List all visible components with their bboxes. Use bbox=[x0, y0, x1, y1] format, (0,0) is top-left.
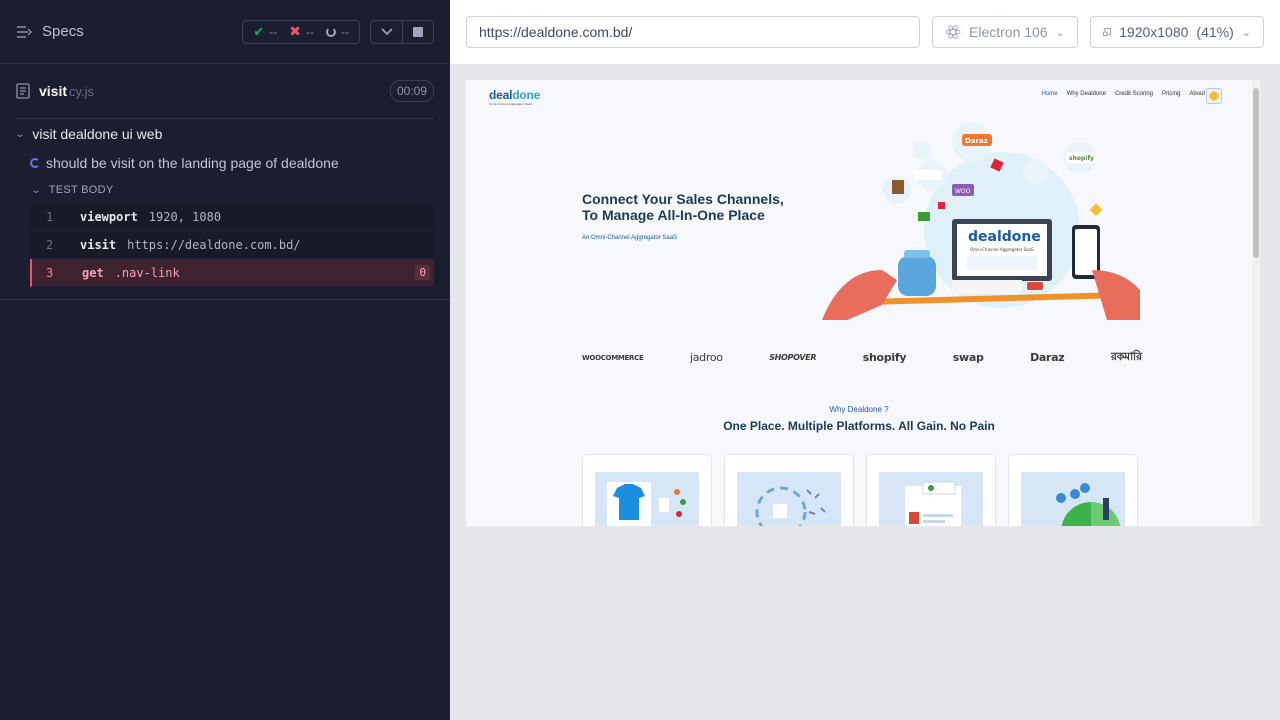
feature-cards bbox=[582, 454, 1138, 526]
feature-card bbox=[724, 454, 854, 526]
theme-toggle-button[interactable] bbox=[1206, 88, 1222, 104]
iframe-scrollbar[interactable] bbox=[1252, 80, 1260, 526]
browser-name: Electron 106 bbox=[969, 24, 1048, 40]
hero-subtitle: An Omni-Channel Aggregator SaaS bbox=[582, 235, 678, 241]
viewport-size: 1920x1080 bbox=[1119, 24, 1189, 40]
command-name: visit bbox=[80, 237, 117, 252]
test-title: should be visit on the landing page of d… bbox=[46, 155, 339, 171]
suite-row[interactable]: ⌄ visit dealdone ui web bbox=[0, 119, 450, 149]
feature-card bbox=[1008, 454, 1138, 526]
viewport-icon bbox=[1103, 28, 1111, 36]
laptop-screen-tagline: Omni-Channel Aggregator SaaS bbox=[970, 247, 1034, 252]
brand-rokomari: রকমারি bbox=[1110, 350, 1142, 363]
test-body-label: TEST BODY bbox=[48, 184, 114, 196]
brand-logos: WOOCOMMERCE jadroo SHOPOVER shopify swap… bbox=[582, 348, 1142, 367]
hero-illustration: Daraz shopify WOO dealdone Omni-Channel … bbox=[822, 122, 1140, 320]
nav-link-why-dealdone[interactable]: Why Dealdone bbox=[1067, 91, 1106, 97]
command-number: 3 bbox=[46, 265, 54, 280]
element-count-badge: 0 bbox=[415, 265, 430, 280]
command-message: .nav-link bbox=[114, 265, 180, 280]
daraz-bubble-text: Daraz bbox=[965, 137, 988, 145]
brand-shopify: shopify bbox=[862, 351, 907, 364]
why-dealdone-label: Why Dealdone ? bbox=[829, 405, 889, 414]
chevron-down-icon: ⌄ bbox=[15, 128, 26, 140]
viewport-scale: (41%) bbox=[1196, 24, 1234, 40]
woo-bubble-text: WOO bbox=[955, 188, 971, 195]
command-number: 1 bbox=[46, 209, 54, 224]
chevron-down-icon: ⌄ bbox=[1241, 26, 1251, 39]
chevron-down-icon bbox=[380, 27, 393, 35]
sun-icon bbox=[1210, 92, 1218, 100]
command-row[interactable]: 1 viewport 1920, 1080 bbox=[30, 203, 434, 231]
aut-header: https://dealdone.com.bd/ Electron 106 ⌄ … bbox=[450, 0, 1280, 64]
failed-stat: ✖ -- bbox=[289, 23, 314, 39]
chevron-down-icon: ⌄ bbox=[1055, 26, 1065, 39]
dashboard-illustration bbox=[879, 472, 983, 526]
pending-spinner-icon bbox=[326, 26, 336, 37]
command-list: 1 viewport 1920, 1080 2 visit https://de… bbox=[30, 203, 434, 287]
specs-list-icon bbox=[17, 25, 32, 38]
test-stats: ✔ -- ✖ -- -- bbox=[242, 19, 360, 44]
nav-link-pricing[interactable]: Pricing bbox=[1162, 91, 1180, 97]
dealdone-landing-page: dealdone Omni-Channel Aggregator SaaS Ho… bbox=[466, 80, 1252, 526]
nav-link-home[interactable]: Home bbox=[1042, 91, 1058, 97]
specs-label: Specs bbox=[42, 23, 84, 40]
scrollbar-thumb[interactable] bbox=[1253, 88, 1259, 258]
collapse-all-button[interactable] bbox=[371, 21, 402, 43]
brand-woocommerce: WOOCOMMERCE bbox=[582, 353, 644, 362]
command-name: get bbox=[82, 265, 104, 280]
spec-file-ext: cy.js bbox=[69, 83, 95, 99]
test-row[interactable]: should be visit on the landing page of d… bbox=[0, 149, 450, 177]
brand-swap: swap bbox=[952, 351, 984, 364]
pie-chart-illustration bbox=[1021, 472, 1125, 526]
document-icon bbox=[16, 83, 30, 99]
feature-card bbox=[866, 454, 996, 526]
spec-duration: 00:09 bbox=[389, 80, 434, 102]
runner-divider bbox=[0, 299, 450, 300]
electron-icon bbox=[945, 25, 961, 39]
site-nav: Home Why Dealdone Credit Scoring Pricing… bbox=[1042, 91, 1214, 97]
stop-button[interactable] bbox=[402, 20, 433, 43]
hero-title: Connect Your Sales Channels, To Manage A… bbox=[582, 191, 784, 223]
spec-file-header: visit cy.js 00:09 bbox=[16, 64, 434, 119]
site-logo[interactable]: dealdone Omni-Channel Aggregator SaaS bbox=[489, 88, 540, 106]
specs-toggle-button[interactable]: Specs bbox=[16, 23, 84, 40]
command-number: 2 bbox=[46, 237, 54, 252]
command-message: https://dealdone.com.bd/ bbox=[127, 237, 301, 252]
run-controls bbox=[370, 19, 434, 44]
tshirt-illustration bbox=[595, 472, 699, 526]
brand-daraz: Daraz bbox=[1030, 351, 1065, 364]
network-illustration bbox=[737, 472, 841, 526]
brand-shopover: SHOPOVER bbox=[769, 353, 817, 362]
why-dealdone-title: One Place. Multiple Platforms. All Gain.… bbox=[723, 419, 995, 433]
browser-selector[interactable]: Electron 106 ⌄ bbox=[932, 16, 1078, 48]
command-row[interactable]: 2 visit https://dealdone.com.bd/ bbox=[30, 231, 434, 259]
x-icon: ✖ bbox=[289, 23, 301, 39]
chevron-down-icon: ⌄ bbox=[31, 184, 42, 196]
spec-file-name: visit bbox=[39, 83, 68, 99]
running-spinner-icon bbox=[30, 158, 40, 168]
nav-link-credit-scoring[interactable]: Credit Scoring bbox=[1115, 91, 1153, 97]
command-message: 1920, 1080 bbox=[148, 209, 222, 224]
url-bar[interactable]: https://dealdone.com.bd/ bbox=[466, 16, 920, 48]
suite-title: visit dealdone ui web bbox=[32, 126, 163, 142]
pending-stat: -- bbox=[326, 25, 349, 39]
test-body-toggle[interactable]: ⌄ TEST BODY bbox=[0, 177, 450, 203]
shopify-bubble-text: shopify bbox=[1069, 155, 1094, 162]
command-name: viewport bbox=[80, 209, 138, 224]
command-row-failed[interactable]: 3 get .nav-link 0 bbox=[30, 259, 434, 287]
command-log-panel: Specs ✔ -- ✖ -- -- visit cy.js 00:09 ⌄ vis… bbox=[0, 0, 450, 720]
brand-jadroo: jadroo bbox=[689, 351, 723, 364]
check-icon: ✔ bbox=[253, 23, 265, 39]
app-preview-panel: https://dealdone.com.bd/ Electron 106 ⌄ … bbox=[450, 0, 1280, 720]
stop-icon bbox=[413, 26, 423, 37]
runner-header: Specs ✔ -- ✖ -- -- bbox=[0, 0, 450, 64]
passed-stat: ✔ -- bbox=[253, 23, 278, 39]
aut-iframe[interactable]: dealdone Omni-Channel Aggregator SaaS Ho… bbox=[466, 80, 1260, 526]
feature-card bbox=[582, 454, 712, 526]
viewport-selector[interactable]: 1920x1080 (41%) ⌄ bbox=[1090, 16, 1264, 48]
laptop-screen-logo: dealdone bbox=[968, 229, 1041, 245]
